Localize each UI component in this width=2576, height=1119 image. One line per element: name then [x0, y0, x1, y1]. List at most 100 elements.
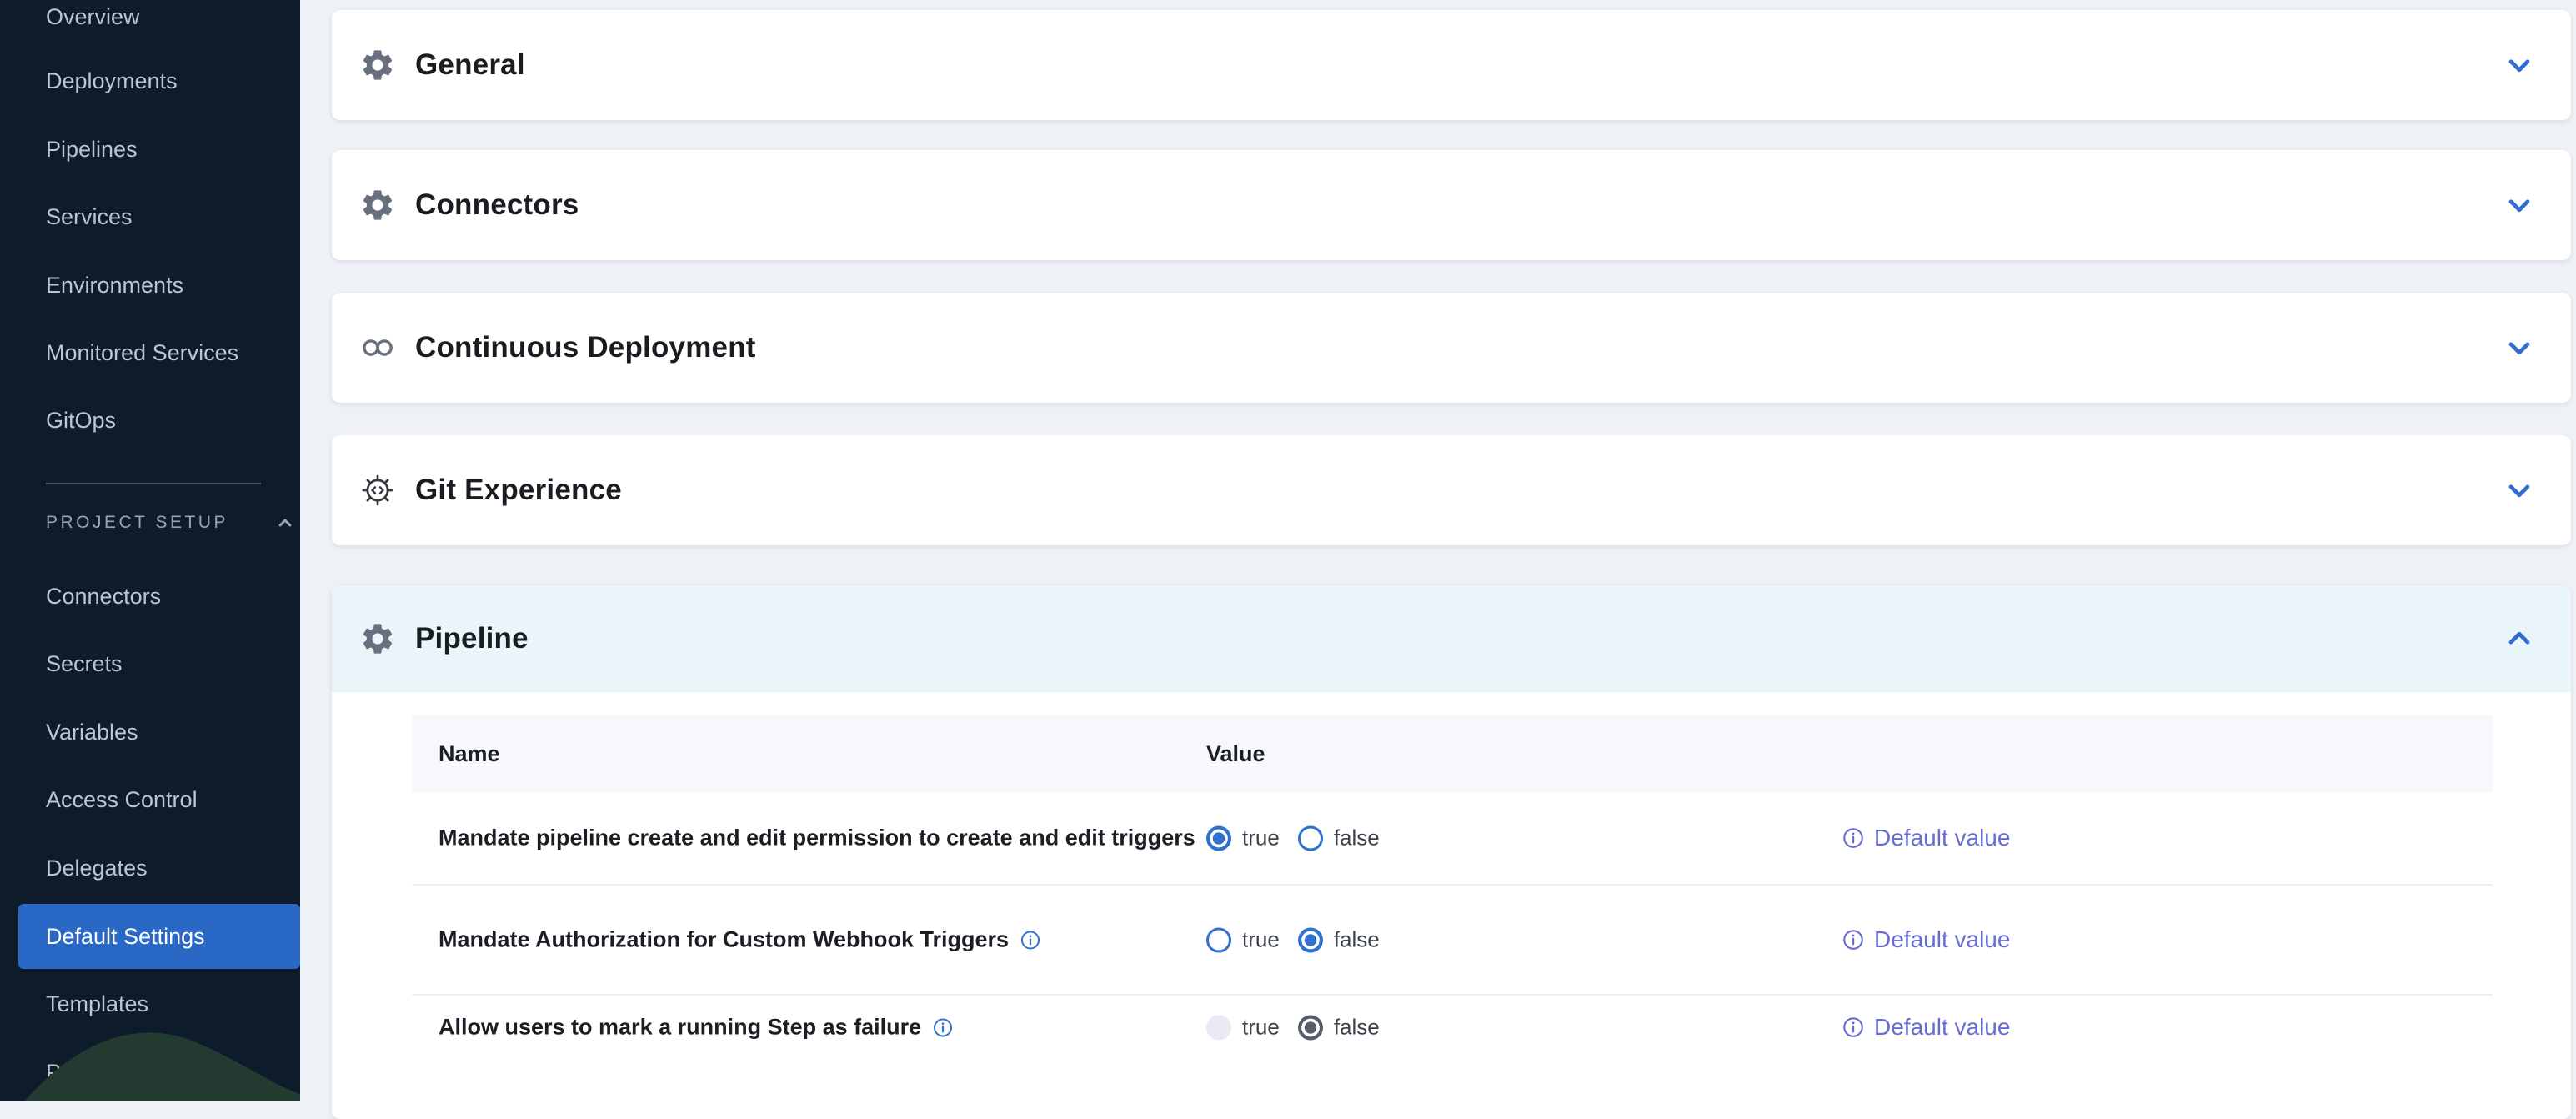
setting-name: Mandate pipeline create and edit permiss…	[439, 825, 1195, 851]
radio-option-false-disabled: false	[1298, 1015, 1380, 1041]
default-value-link[interactable]: Default value	[1841, 1014, 2010, 1041]
table-row: Mandate pipeline create and edit permiss…	[413, 792, 2493, 884]
sidebar-item-monitored-services[interactable]: Monitored Services	[0, 328, 300, 378]
radio-selected-icon[interactable]	[1298, 927, 1323, 952]
default-value-link[interactable]: Default value	[1841, 926, 2010, 953]
sidebar-decoration	[0, 1001, 300, 1101]
chevron-up-icon[interactable]	[2503, 622, 2536, 655]
sidebar-item-label: Overview	[46, 4, 140, 30]
section-header-connectors[interactable]: Connectors	[332, 150, 2571, 260]
radio-group: true false	[1206, 927, 1380, 953]
sidebar-item-label: Secrets	[46, 651, 123, 677]
sidebar-item-label: Pipelines	[46, 137, 138, 163]
default-value-link[interactable]: Default value	[1841, 825, 2010, 851]
radio-disabled-selected-icon	[1298, 1015, 1323, 1040]
setting-name: Allow users to mark a running Step as fa…	[439, 1015, 955, 1041]
info-icon	[1841, 927, 1866, 952]
sidebar-item-label: Connectors	[46, 584, 161, 610]
gear-icon	[358, 186, 397, 224]
sidebar-item-deployments[interactable]: Deployments	[0, 56, 300, 106]
radio-group: true false	[1206, 825, 1380, 851]
chevron-down-icon[interactable]	[2503, 48, 2536, 82]
default-value-label: Default value	[1874, 825, 2010, 851]
sidebar-item-label: Deployments	[46, 68, 178, 94]
section-title: Connectors	[415, 188, 579, 222]
section-card-pipeline: Pipeline Name Value Mandate pipeline cre…	[332, 585, 2571, 1119]
radio-unselected-icon[interactable]	[1298, 825, 1323, 851]
sidebar-item-default-settings[interactable]: Default Settings	[18, 904, 300, 969]
sidebar-divider	[46, 483, 261, 484]
sidebar-item-label: Access Control	[46, 787, 198, 813]
section-title: General	[415, 48, 525, 82]
section-card-general: General	[332, 10, 2571, 120]
info-icon	[1841, 1015, 1866, 1040]
sidebar-item-label: Environments	[46, 273, 183, 299]
sidebar-item-environments[interactable]: Environments	[0, 260, 300, 310]
sidebar-item-pipelines[interactable]: Pipelines	[0, 124, 300, 174]
default-value-label: Default value	[1874, 926, 2010, 953]
radio-unselected-icon[interactable]	[1206, 927, 1231, 952]
setting-label: Mandate pipeline create and edit permiss…	[439, 825, 1195, 851]
section-card-git-experience: Git Experience	[332, 435, 2571, 545]
section-header-continuous-deployment[interactable]: Continuous Deployment	[332, 293, 2571, 403]
radio-label: true	[1242, 927, 1280, 953]
sidebar: Overview Deployments Pipelines Services …	[0, 0, 300, 1101]
sidebar-item-gitops[interactable]: GitOps	[0, 395, 300, 445]
sidebar-item-label: Services	[46, 204, 133, 230]
radio-label: false	[1334, 1015, 1380, 1041]
radio-disabled-icon	[1206, 1015, 1231, 1040]
sidebar-item-label: Delegates	[46, 856, 148, 881]
default-value-label: Default value	[1874, 1014, 2010, 1041]
info-icon[interactable]	[931, 1016, 955, 1039]
section-card-continuous-deployment: Continuous Deployment	[332, 293, 2571, 403]
radio-selected-icon[interactable]	[1206, 825, 1231, 851]
radio-label: false	[1334, 927, 1380, 953]
column-header-name: Name	[439, 741, 500, 767]
section-title: Pipeline	[415, 622, 529, 655]
section-header-general[interactable]: General	[332, 10, 2571, 120]
radio-option-false[interactable]: false	[1298, 927, 1380, 953]
radio-option-true[interactable]: true	[1206, 927, 1280, 953]
sidebar-item-services[interactable]: Services	[0, 192, 300, 242]
section-header-git-experience[interactable]: Git Experience	[332, 435, 2571, 545]
section-title: Git Experience	[415, 474, 622, 507]
setting-name: Mandate Authorization for Custom Webhook…	[439, 927, 1042, 953]
gear-icon	[358, 46, 397, 84]
sidebar-item-label: Default Settings	[46, 924, 205, 950]
sidebar-item-secrets[interactable]: Secrets	[0, 639, 300, 689]
sidebar-item-access-control[interactable]: Access Control	[0, 775, 300, 825]
gear-icon	[358, 620, 397, 658]
info-icon	[1841, 825, 1866, 851]
section-header-pipeline[interactable]: Pipeline	[332, 585, 2571, 692]
chevron-down-icon[interactable]	[2503, 331, 2536, 364]
chevron-up-icon[interactable]	[273, 511, 297, 534]
gear-code-icon	[358, 471, 397, 509]
section-title: Continuous Deployment	[415, 331, 756, 364]
setting-label: Allow users to mark a running Step as fa…	[439, 1015, 921, 1041]
table-header-row: Name Value	[413, 715, 2493, 792]
sidebar-item-variables[interactable]: Variables	[0, 707, 300, 757]
chevron-down-icon[interactable]	[2503, 474, 2536, 507]
sidebar-item-overview[interactable]: Overview	[0, 0, 300, 42]
settings-content: General Connectors Continuous Deployment	[300, 0, 2576, 1101]
setting-label: Mandate Authorization for Custom Webhook…	[439, 927, 1009, 953]
sidebar-item-label: Variables	[46, 720, 138, 745]
radio-label: true	[1242, 825, 1280, 851]
column-header-value: Value	[1206, 741, 1265, 767]
radio-label: false	[1334, 825, 1380, 851]
radio-option-true[interactable]: true	[1206, 825, 1280, 851]
chain-link-icon	[358, 329, 397, 367]
table-row: Mandate Authorization for Custom Webhook…	[413, 884, 2493, 994]
radio-group: true false	[1206, 1015, 1380, 1041]
sidebar-section-label: PROJECT SETUP	[46, 513, 228, 533]
radio-option-true-disabled: true	[1206, 1015, 1280, 1041]
section-card-connectors: Connectors	[332, 150, 2571, 260]
sidebar-item-label: Monitored Services	[46, 340, 238, 366]
radio-option-false[interactable]: false	[1298, 825, 1380, 851]
chevron-down-icon[interactable]	[2503, 188, 2536, 222]
sidebar-section-project-setup[interactable]: PROJECT SETUP	[0, 500, 300, 545]
info-icon[interactable]	[1019, 928, 1042, 951]
sidebar-item-delegates[interactable]: Delegates	[0, 843, 300, 893]
sidebar-item-connectors[interactable]: Connectors	[0, 571, 300, 621]
radio-label: true	[1242, 1015, 1280, 1041]
